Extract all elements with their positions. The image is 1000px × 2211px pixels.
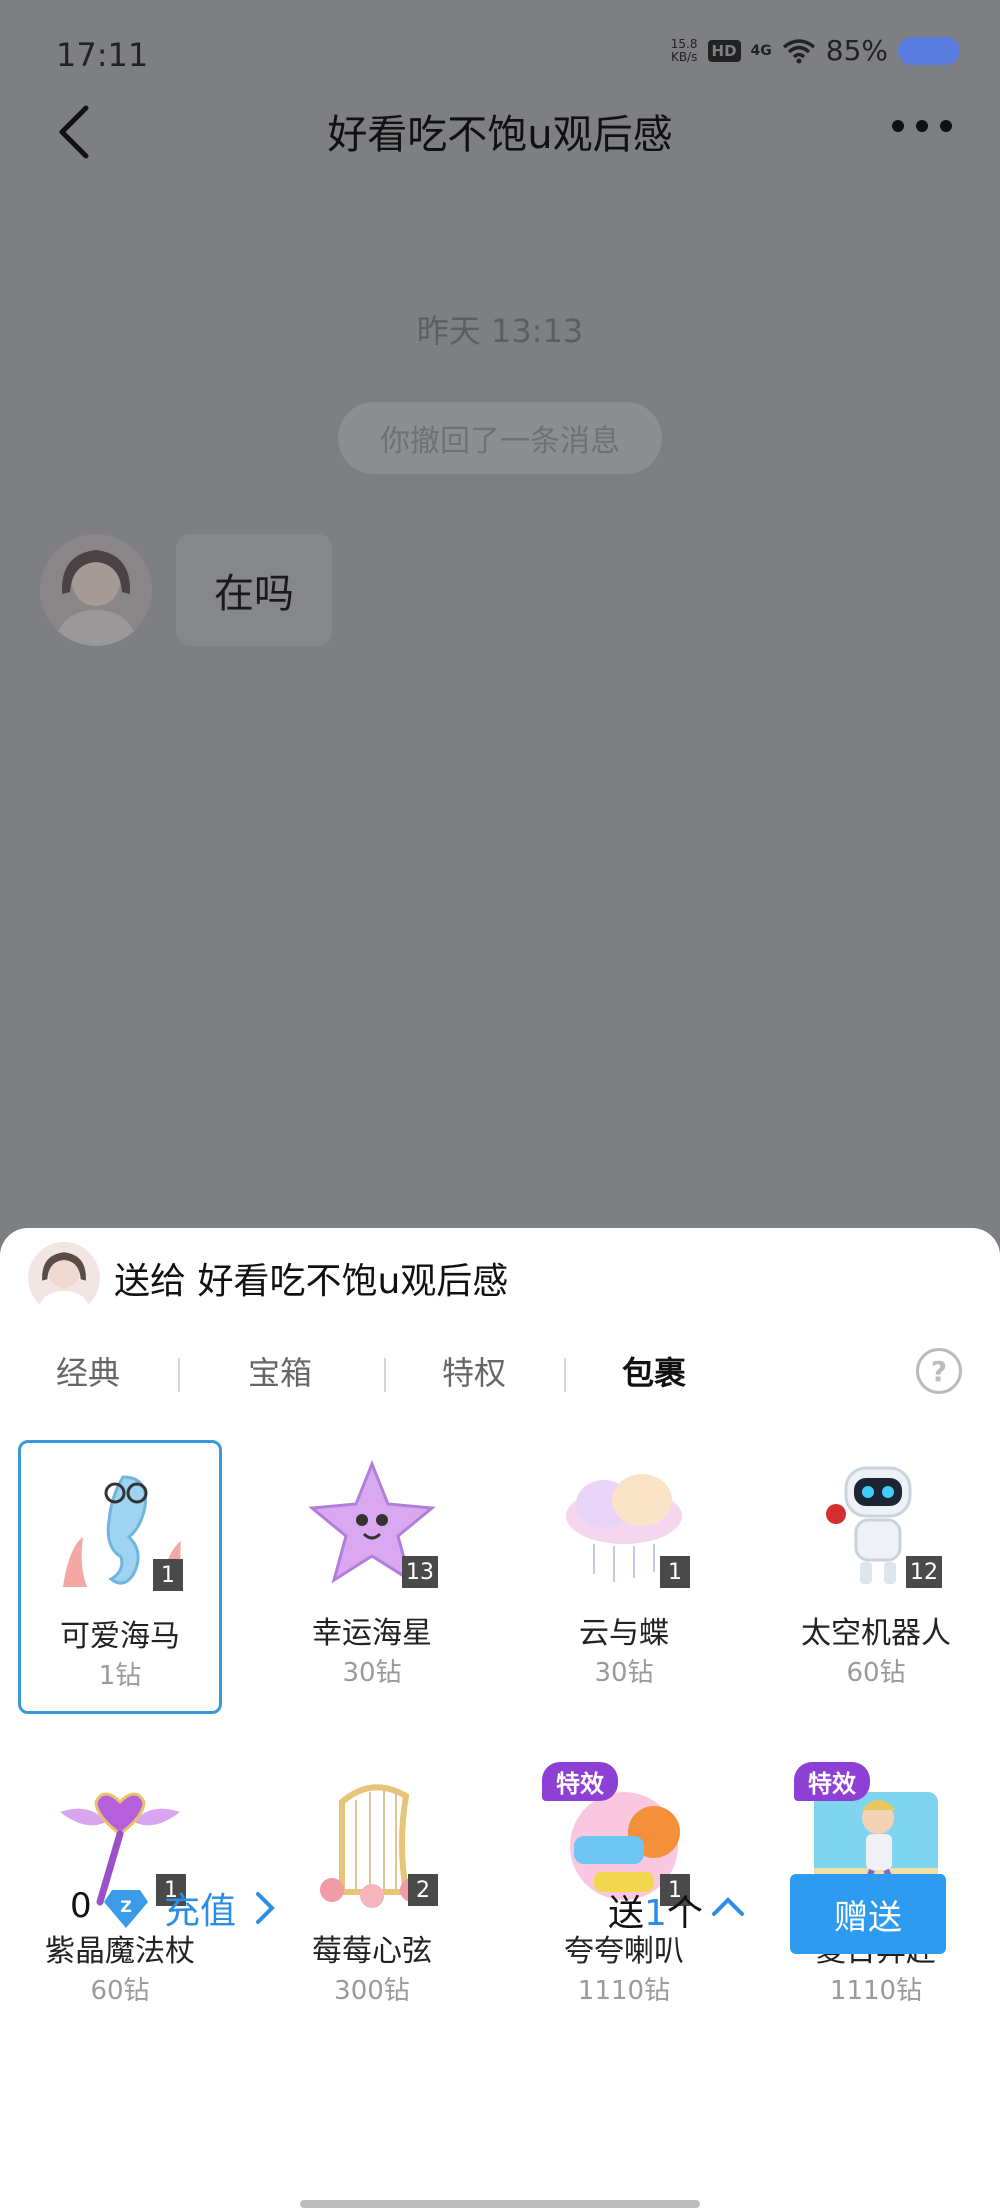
tab-divider — [178, 1358, 180, 1392]
recharge-link[interactable]: 充值 — [164, 1882, 236, 1934]
send-to-label: 送给 好看吃不饱u观后感 — [114, 1261, 509, 1302]
home-indicator[interactable] — [300, 2200, 700, 2208]
svg-text:Z: Z — [120, 1897, 132, 1916]
gift-item-seahorse[interactable]: 1 可爱海马 1钻 — [18, 1440, 222, 1714]
gift-count: 1 — [660, 1556, 690, 1588]
give-button[interactable]: 赠送 — [790, 1874, 946, 1954]
avatar[interactable] — [40, 534, 152, 646]
chat-timestamp: 昨天 13:13 — [416, 312, 584, 350]
battery-percent: 85% — [825, 34, 888, 67]
signal-icon: 4G — [750, 42, 772, 59]
gift-price: 30钻 — [342, 1658, 402, 1688]
gift-name: 太空机器人 — [801, 1616, 951, 1651]
more-options-icon[interactable] — [890, 116, 954, 136]
avatar-image — [28, 1242, 100, 1314]
gift-name: 云与蝶 — [579, 1616, 669, 1651]
gift-action-bar: 0 Z 充值 送1个 赠送 — [0, 1872, 1000, 1956]
gift-count: 1 — [153, 1559, 183, 1591]
tab-classic[interactable]: 经典 — [56, 1348, 120, 1394]
page-title: 好看吃不饱u观后感 — [327, 112, 673, 158]
gift-price: 300钻 — [334, 1976, 410, 2006]
effect-badge: 特效 — [794, 1762, 870, 1801]
tab-treasure-box[interactable]: 宝箱 — [248, 1348, 312, 1394]
gift-name: 幸运海星 — [312, 1616, 432, 1651]
tab-privilege[interactable]: 特权 — [442, 1348, 506, 1394]
send-to-row: 送给 好看吃不饱u观后感 — [28, 1242, 508, 1314]
wifi-icon — [782, 38, 815, 63]
gift-item-starfish[interactable]: 13 幸运海星 30钻 — [270, 1440, 474, 1714]
tab-divider — [384, 1358, 386, 1392]
gift-count: 13 — [402, 1556, 438, 1588]
diamond-icon: Z — [104, 1890, 148, 1928]
gift-price: 1110钻 — [577, 1976, 671, 2006]
quantity-selector[interactable]: 送1个 — [608, 1884, 703, 1936]
gift-price: 60钻 — [90, 1976, 150, 2006]
diamond-balance: 0 — [70, 1886, 92, 1926]
gift-tabs: 经典 宝箱 特权 包裹 — [0, 1348, 1000, 1408]
gift-name: 可爱海马 — [60, 1619, 180, 1654]
chevron-up-icon[interactable] — [710, 1894, 746, 1918]
gift-price: 1110钻 — [829, 1976, 923, 2006]
chat-header: 好看吃不饱u观后感 — [0, 90, 1000, 170]
battery-icon — [898, 36, 960, 65]
gift-panel: 送给 好看吃不饱u观后感 经典 宝箱 特权 包裹 ? 1 可爱海马 1钻 13 … — [0, 1228, 1000, 2211]
recall-notice: 你撤回了一条消息 — [338, 402, 662, 474]
gift-price: 1钻 — [98, 1661, 142, 1691]
help-icon[interactable]: ? — [916, 1348, 962, 1394]
tab-divider — [564, 1358, 566, 1392]
avatar-image — [40, 534, 152, 646]
effect-badge: 特效 — [542, 1762, 618, 1801]
tab-backpack[interactable]: 包裹 — [622, 1348, 686, 1394]
gift-item-cloud-butterfly[interactable]: 1 云与蝶 30钻 — [522, 1440, 726, 1714]
gift-price: 30钻 — [594, 1658, 654, 1688]
chevron-right-icon[interactable] — [254, 1890, 278, 1926]
message-bubble[interactable]: 在吗 — [176, 534, 332, 646]
status-icons: 15.8 KB/s HD 4G 85% — [671, 34, 960, 67]
gift-count: 12 — [906, 1556, 942, 1588]
hd-icon: HD — [707, 39, 741, 62]
status-time: 17:11 — [56, 36, 149, 74]
recipient-avatar — [28, 1242, 100, 1314]
gift-price: 60钻 — [846, 1658, 906, 1688]
gift-item-robot[interactable]: 12 太空机器人 60钻 — [774, 1440, 978, 1714]
network-speed: 15.8 KB/s — [670, 36, 698, 64]
